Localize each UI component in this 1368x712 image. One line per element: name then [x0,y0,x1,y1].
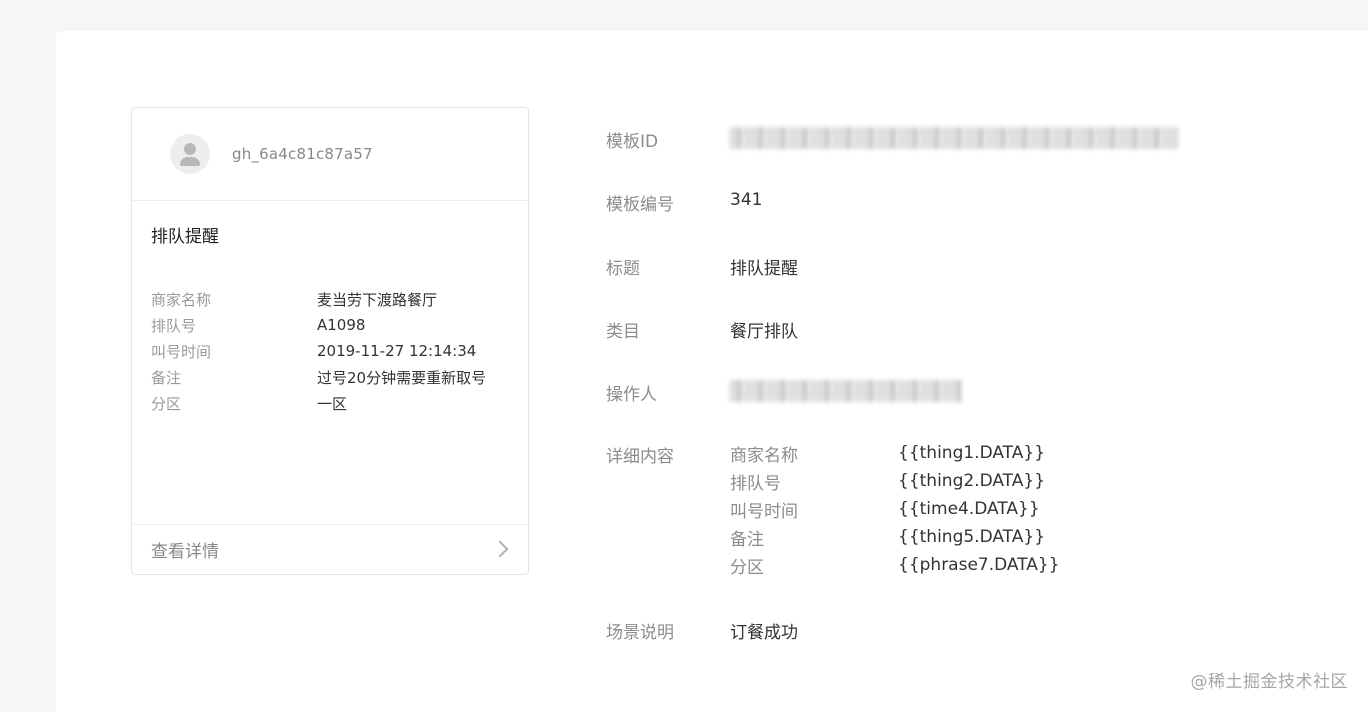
card-title: 排队提醒 [151,227,219,247]
watermark: @稀土掘金技术社区 [1190,672,1348,692]
content-field-key: 叫号时间 [730,501,798,522]
view-details-link[interactable]: 查看详情 [132,524,528,574]
category-row: 类目 餐厅排队 [606,317,798,342]
card-field-value: A1098 [317,316,366,334]
avatar-icon [170,134,210,174]
title-row: 标题 排队提醒 [606,254,798,279]
operator-label: 操作人 [606,385,657,405]
content-field-value: {{time4.DATA}} [898,499,1040,519]
account-name: gh_6a4c81c87a57 [232,145,373,163]
category-value: 餐厅排队 [730,322,798,342]
card-header: gh_6a4c81c87a57 [132,108,528,201]
content-label: 详细内容 [606,447,674,467]
card-field: 备注 过号20分钟需要重新取号 [151,364,511,390]
content-field-key: 排队号 [730,473,781,494]
template-no-value: 341 [730,190,763,210]
card-field-value: 一区 [317,394,348,413]
template-id-label: 模板ID [606,132,659,152]
content-field: 分区 {{phrase7.DATA}} [730,551,1060,579]
title-label: 标题 [606,259,640,279]
content-field-value: {{thing1.DATA}} [898,443,1046,463]
content-field-key: 备注 [730,529,764,550]
title-value: 排队提醒 [730,259,798,279]
content-field-key: 分区 [730,557,764,578]
scene-value: 订餐成功 [730,623,798,643]
card-field-value: 过号20分钟需要重新取号 [317,368,487,387]
scene-row: 场景说明 订餐成功 [606,618,798,643]
template-no-row: 模板编号 341 [606,190,762,215]
content-field: 叫号时间 {{time4.DATA}} [730,495,1060,523]
content-field: 排队号 {{thing2.DATA}} [730,467,1060,495]
category-label: 类目 [606,322,640,342]
content-row: 详细内容 商家名称 {{thing1.DATA}} 排队号 {{thing2.D… [606,442,1060,579]
content-field: 商家名称 {{thing1.DATA}} [730,439,1060,467]
content-field-value: {{thing5.DATA}} [898,527,1046,547]
card-field: 排队号 A1098 [151,312,511,338]
card-field-value: 2019-11-27 12:14:34 [317,342,477,360]
card-field-list: 商家名称 麦当劳下渡路餐厅 排队号 A1098 叫号时间 2019-11-27 … [151,286,511,416]
card-field: 分区 一区 [151,390,511,416]
view-details-label: 查看详情 [151,542,219,562]
card-field: 商家名称 麦当劳下渡路餐厅 [151,286,511,312]
template-no-label: 模板编号 [606,195,674,215]
operator-row: 操作人 [606,380,962,405]
card-field-key: 叫号时间 [151,342,212,361]
content-field-list: 商家名称 {{thing1.DATA}} 排队号 {{thing2.DATA}}… [730,439,1060,579]
content-field: 备注 {{thing5.DATA}} [730,523,1060,551]
content-field-value: {{phrase7.DATA}} [898,555,1060,575]
content-field-key: 商家名称 [730,445,798,466]
card-field-key: 商家名称 [151,290,212,309]
template-id-value-blurred [730,127,1178,149]
card-field-value: 麦当劳下渡路餐厅 [317,290,438,309]
template-id-row: 模板ID [606,127,1178,152]
message-preview-card: gh_6a4c81c87a57 排队提醒 商家名称 麦当劳下渡路餐厅 排队号 A… [131,107,529,575]
card-field-key: 备注 [151,368,182,387]
scene-label: 场景说明 [606,623,674,643]
card-field: 叫号时间 2019-11-27 12:14:34 [151,338,511,364]
chevron-right-icon [491,540,509,558]
content-field-value: {{thing2.DATA}} [898,471,1046,491]
card-field-key: 排队号 [151,316,197,335]
card-field-key: 分区 [151,394,182,413]
operator-value-blurred [730,380,962,402]
